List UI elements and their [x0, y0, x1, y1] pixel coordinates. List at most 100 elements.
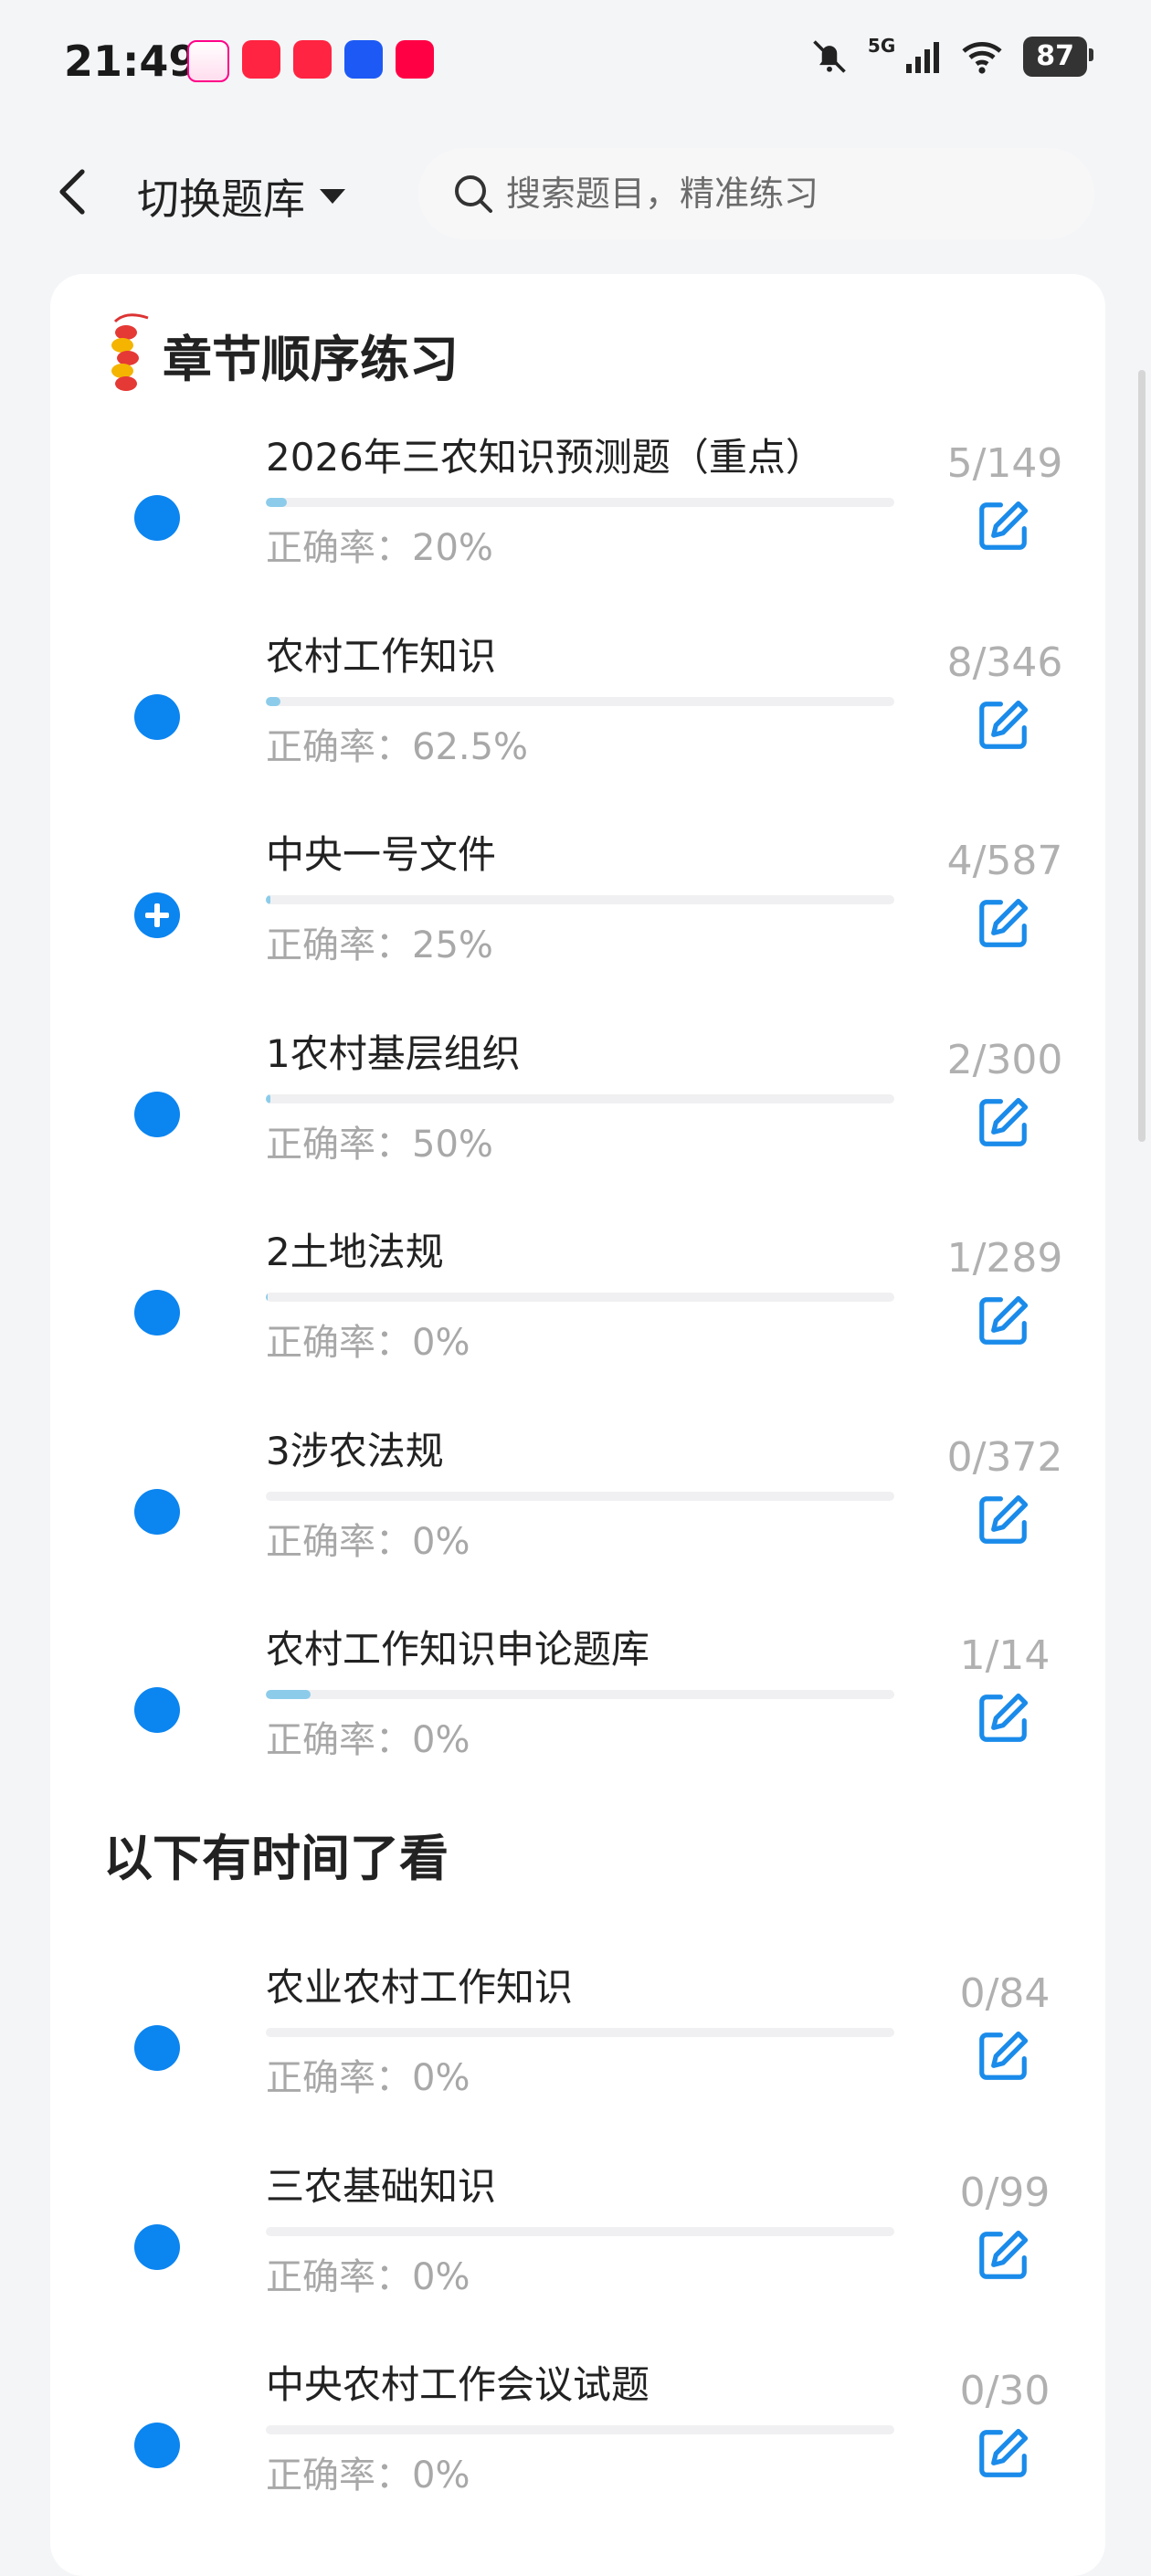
bullet-dot-icon[interactable]: [134, 2223, 180, 2270]
section-title-highlight: 以下有时间了看: [103, 1818, 449, 1890]
section-title-chapter-order: 章节顺序练习: [100, 311, 459, 398]
progress-bar: [266, 498, 894, 507]
section-title-text: 章节顺序练习: [163, 330, 459, 388]
chapter-title: 农村工作知识: [266, 633, 497, 679]
plus-bar: [154, 903, 160, 927]
shield-app-icon: [344, 40, 383, 79]
firecracker-icon: [111, 313, 149, 391]
chapter-title: 三农基础知识: [266, 2163, 497, 2209]
question-count: 0/372: [946, 1433, 1063, 1481]
progress-bar: [266, 895, 894, 904]
chapter-item[interactable]: 三农基础知识 正确率：0% 0/99: [50, 2156, 1105, 2355]
progress-fill: [266, 895, 270, 904]
chapter-title: 中央一号文件: [266, 832, 497, 877]
question-count: 1/289: [946, 1235, 1063, 1282]
edit-icon[interactable]: [975, 2028, 1031, 2085]
chapter-item[interactable]: 3涉农法规正确率：0% 0/372: [50, 1420, 1105, 1620]
status-time: 21:49: [64, 37, 198, 86]
accuracy-rate: 正确率：0%: [266, 2455, 470, 2497]
accuracy-rate: 正确率：0%: [266, 2255, 470, 2298]
edit-icon[interactable]: [975, 2425, 1031, 2482]
progress-fill: [266, 1093, 270, 1103]
accuracy-rate: 正确率：0%: [266, 1520, 470, 1563]
section-title-later: 以下有时间了看: [103, 1818, 449, 1890]
bullet-dot-icon[interactable]: [134, 1290, 180, 1336]
question-count: 4/587: [946, 838, 1063, 884]
edit-icon[interactable]: [975, 1293, 1031, 1349]
search-icon: [455, 175, 492, 213]
caret-down-icon: [320, 189, 345, 204]
bullet-dot-icon[interactable]: [134, 495, 180, 541]
chapter-item[interactable]: 农村工作知识申论题库 正确率：0% 1/14: [50, 1619, 1105, 1818]
wifi-icon: [962, 41, 1002, 74]
progress-bar: [266, 696, 894, 706]
chapter-item[interactable]: 中央农村工作会议试题 正确率：0% 0/30: [50, 2354, 1105, 2553]
accuracy-rate: 正确率：25%: [266, 924, 493, 966]
edit-icon[interactable]: [975, 1690, 1031, 1747]
bullet-dot-icon[interactable]: [134, 2423, 180, 2468]
progress-fill: [266, 498, 288, 507]
progress-bar: [266, 1491, 894, 1501]
notification-icons: [187, 40, 434, 82]
question-count: 2/300: [946, 1036, 1063, 1083]
game-app-icon: [396, 40, 434, 79]
bullet-dot-icon[interactable]: [134, 1687, 180, 1733]
chapter-title: 中央农村工作会议试题: [266, 2362, 650, 2407]
edit-icon[interactable]: [975, 2227, 1031, 2284]
switch-bank-label: 切换题库: [137, 174, 305, 224]
back-button[interactable]: [46, 164, 100, 219]
progress-bar: [266, 2226, 894, 2236]
chapter-item[interactable]: 1农村基层组织 正确率：50% 2/300: [50, 1023, 1105, 1222]
question-count: 8/346: [946, 639, 1063, 686]
xiaohongshu-icon: [242, 40, 280, 79]
accuracy-rate: 正确率：50%: [266, 1123, 493, 1166]
progress-bar: [266, 1690, 894, 1699]
top-bar: 切换题库: [0, 137, 1151, 256]
question-count: 0/84: [959, 1970, 1051, 2017]
chapter-item[interactable]: 农村工作知识 正确率：62.5% 8/346: [50, 626, 1105, 825]
chevron-left-icon: [59, 169, 85, 215]
chapter-list-card: 章节顺序练习 2026年三农知识预测题（重点） 正确率：20% 5/149 农村工作知…: [50, 274, 1105, 2576]
edit-icon[interactable]: [975, 697, 1031, 754]
accuracy-rate: 正确率：20%: [266, 527, 493, 569]
question-count: 0/99: [959, 2169, 1051, 2216]
accuracy-rate: 正确率：62.5%: [266, 725, 529, 768]
chapter-item[interactable]: 2026年三农知识预测题（重点） 正确率：20% 5/149: [50, 427, 1105, 626]
edit-icon[interactable]: [975, 1492, 1031, 1548]
chapter-title: 1农村基层组织: [266, 1030, 521, 1076]
bullet-dot-icon[interactable]: [134, 1091, 180, 1137]
chapter-title: 2026年三农知识预测题（重点）: [266, 435, 824, 480]
search-bar[interactable]: [418, 148, 1094, 239]
chapter-title: 农业农村工作知识: [266, 1965, 574, 2010]
bullet-dot-icon[interactable]: [134, 2025, 180, 2071]
bullet-dot-icon[interactable]: [134, 693, 180, 740]
bell-muted-icon: [813, 40, 846, 73]
accuracy-rate: 正确率：0%: [266, 1322, 470, 1364]
edit-icon[interactable]: [975, 895, 1031, 952]
progress-bar: [266, 1093, 894, 1103]
chapter-item[interactable]: 农业农村工作知识 正确率：0% 0/84: [50, 1957, 1105, 2156]
accuracy-rate: 正确率：0%: [266, 2057, 470, 2099]
edit-icon[interactable]: [975, 498, 1031, 554]
progress-fill: [266, 1293, 269, 1302]
xiaohongshu-icon: [293, 40, 332, 79]
expand-plus-icon[interactable]: [134, 892, 180, 938]
app-notification-icon: [187, 40, 229, 82]
chapter-title: 2土地法规: [266, 1230, 444, 1274]
section-title-text: 以下有时间了看: [103, 1830, 449, 1887]
chapter-item[interactable]: 中央一号文件 正确率：25% 4/587: [50, 824, 1105, 1023]
bullet-dot-icon[interactable]: [134, 1488, 180, 1535]
edit-icon[interactable]: [975, 1094, 1031, 1151]
chapter-title: 3涉农法规: [266, 1428, 444, 1473]
chapter-title: 农村工作知识申论题库: [266, 1627, 650, 1672]
chapter-item[interactable]: 2土地法规正确率：0% 1/289: [50, 1221, 1105, 1420]
switch-question-bank[interactable]: 切换题库: [137, 166, 347, 227]
progress-bar: [266, 1293, 894, 1302]
search-input[interactable]: [504, 173, 1056, 215]
progress-bar: [266, 2425, 894, 2434]
battery-indicator: 87: [1023, 37, 1093, 77]
question-count: 1/14: [959, 1632, 1051, 1679]
progress-bar: [266, 2028, 894, 2037]
accuracy-rate: 正确率：0%: [266, 1719, 470, 1761]
scrollbar[interactable]: [1138, 370, 1146, 1142]
